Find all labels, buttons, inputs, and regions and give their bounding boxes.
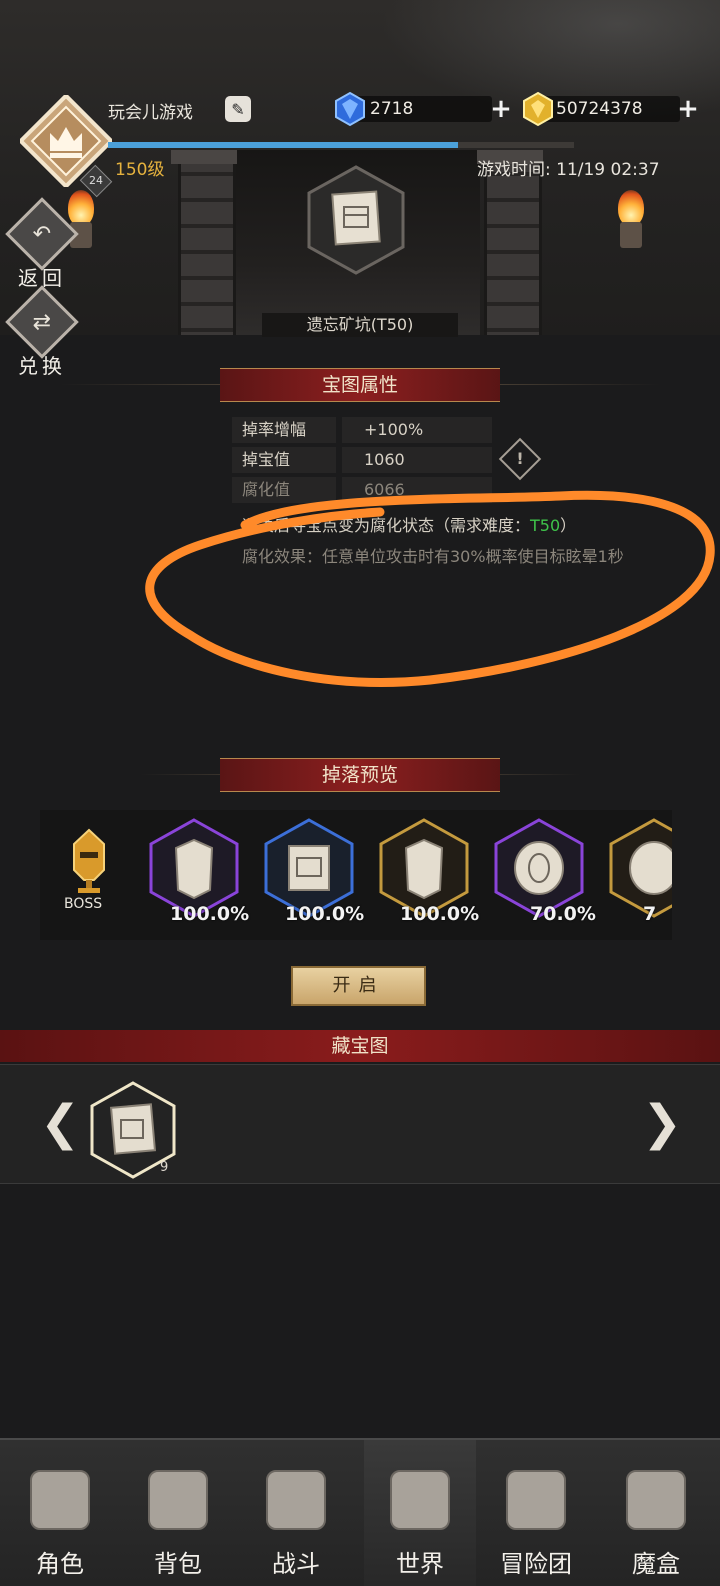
drops-title: 掉落预览	[220, 758, 500, 792]
attr-value: +100%	[342, 417, 492, 443]
drop-percent: 100.0%	[285, 903, 365, 925]
backpack-icon	[148, 1470, 208, 1530]
left-pillar-cap	[171, 150, 237, 164]
attr-row-drop-rate: 掉率增幅 +100%	[232, 417, 492, 443]
chevron-right-icon[interactable]: ❯	[642, 1095, 682, 1151]
gold-amount: 50724378	[556, 99, 643, 119]
exchange-button[interactable]: ⇄ 兑换	[5, 285, 79, 379]
nav-backpack[interactable]: 背包	[122, 1440, 234, 1586]
right-torch-flame	[618, 190, 644, 226]
xp-bar-fill	[108, 142, 458, 148]
back-button[interactable]: ↶ 返回	[5, 197, 79, 291]
info-icon[interactable]: !	[498, 437, 542, 481]
boss-helmet-icon	[73, 828, 105, 893]
player-nickname: 玩会儿游戏	[108, 103, 193, 123]
cube-icon	[626, 1470, 686, 1530]
current-map-icon	[307, 165, 405, 275]
drop-percent: 100.0%	[400, 903, 480, 925]
location-name: 遗忘矿坑(T50)	[262, 313, 458, 337]
attr-label: 掉率增幅	[232, 417, 336, 443]
player-level: 150级	[115, 160, 165, 180]
diamond-amount: 2718	[370, 99, 414, 119]
left-pillar	[178, 150, 236, 335]
nav-magic-box[interactable]: 魔盒	[600, 1440, 712, 1586]
nav-adventure-team[interactable]: 冒险团	[480, 1440, 592, 1586]
attr-label: 掉宝值	[232, 447, 336, 473]
exchange-icon: ⇄	[5, 285, 79, 359]
edit-icon[interactable]: ✎	[225, 96, 251, 122]
nav-character[interactable]: 角色	[4, 1440, 116, 1586]
boss-label: BOSS	[64, 896, 103, 912]
attr-row-drop-value: 掉宝值 1060	[232, 447, 492, 473]
treasure-maps-title: 藏宝图	[0, 1030, 720, 1062]
tier-requirement: T50	[530, 516, 561, 535]
add-diamond-button[interactable]: +	[490, 96, 512, 122]
attributes-title: 宝图属性	[220, 368, 500, 402]
nav-battle[interactable]: 战斗	[240, 1440, 352, 1586]
nav-world[interactable]: 世界	[364, 1440, 476, 1586]
drop-preview-panel[interactable]: BOSS 100.0% 100.0% 100.0% 70.0% 7	[40, 810, 672, 940]
drop-item[interactable]	[608, 818, 672, 918]
helmet-icon	[30, 1470, 90, 1530]
world-map-icon	[390, 1470, 450, 1530]
corruption-description: 通关后寻宝点变为腐化状态（需求难度：T50）	[242, 516, 577, 535]
attr-row-corruption: 腐化值 6066	[232, 477, 492, 503]
right-torch	[620, 222, 642, 248]
castle-icon	[506, 1470, 566, 1530]
bottom-nav: 角色 背包 战斗 世界 冒险团 魔盒	[0, 1438, 720, 1586]
gold-icon	[523, 91, 553, 127]
drop-percent: 100.0%	[170, 903, 250, 925]
treasure-map-count: 9	[160, 1160, 169, 1175]
corruption-effect: 腐化效果：任意单位攻击时有30%概率使目标眩晕1秒	[242, 547, 624, 566]
sword-shield-icon	[266, 1470, 326, 1530]
attr-label: 腐化值	[232, 477, 336, 503]
drop-percent: 70.0%	[530, 903, 596, 925]
attr-value: 1060	[342, 447, 492, 473]
diamond-icon	[335, 91, 365, 127]
shield-icon	[609, 818, 672, 918]
game-time: 游戏时间: 11/19 02:37	[477, 160, 660, 180]
drop-percent: 7	[643, 903, 657, 925]
back-arrow-icon: ↶	[5, 197, 79, 271]
open-button[interactable]: 开启	[291, 966, 426, 1006]
add-gold-button[interactable]: +	[677, 96, 699, 122]
attr-value: 6066	[342, 477, 492, 503]
chevron-left-icon[interactable]: ❮	[40, 1095, 80, 1151]
